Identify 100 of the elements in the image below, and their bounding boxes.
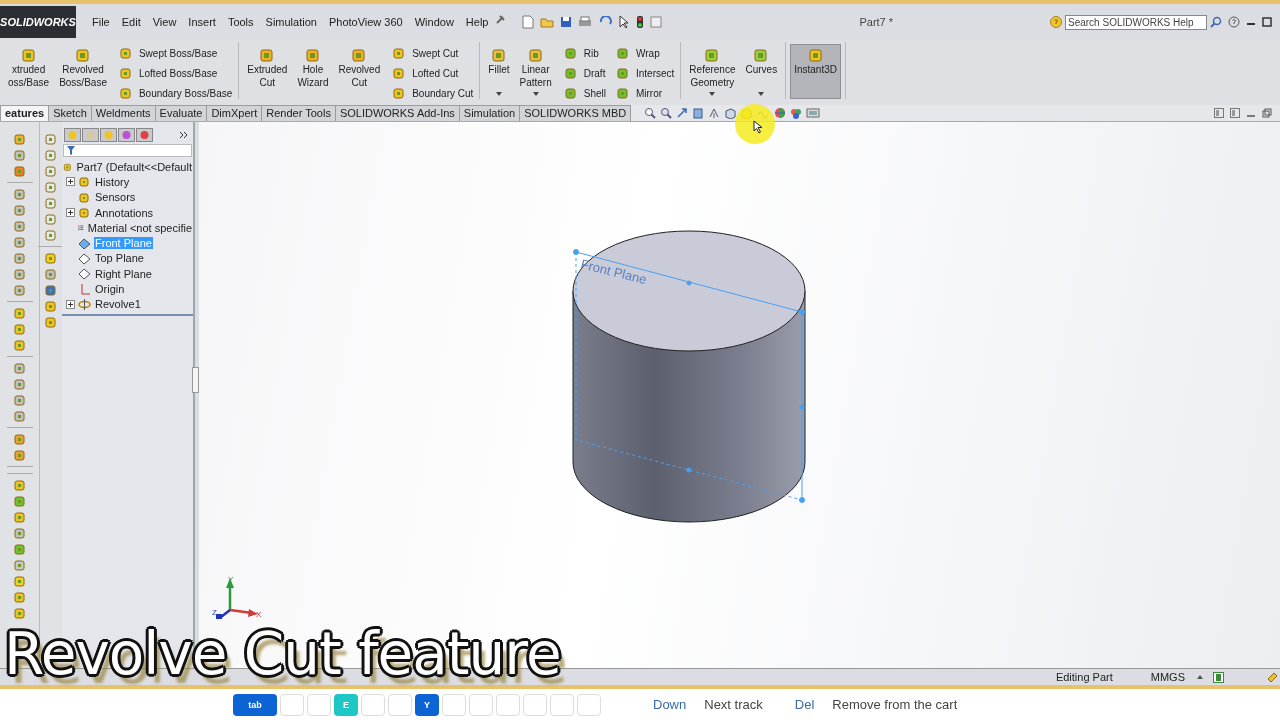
caret-icon[interactable] <box>709 92 716 96</box>
tree-item[interactable]: Right Plane <box>94 267 153 280</box>
tree-item[interactable]: Origin <box>94 283 126 295</box>
expand-icon[interactable] <box>179 130 189 140</box>
tab[interactable]: Simulation <box>458 105 521 121</box>
tool-icon[interactable] <box>12 542 27 556</box>
menu-item[interactable]: Help <box>459 14 495 30</box>
box-icon[interactable] <box>392 46 407 60</box>
box-icon[interactable] <box>259 47 276 63</box>
ribbon-button[interactable]: Linear Pattern <box>515 44 556 99</box>
filter-field[interactable] <box>63 144 192 157</box>
tile-right-icon[interactable] <box>1230 108 1240 118</box>
ribbon-button[interactable]: Instant3D <box>790 44 841 99</box>
box-icon[interactable] <box>118 66 133 80</box>
options-icon[interactable] <box>650 16 663 28</box>
ribbon-button[interactable]: Draft <box>561 64 608 82</box>
tool-icon[interactable] <box>12 606 27 620</box>
save-icon[interactable] <box>560 16 573 28</box>
tree-item[interactable]: Sensors <box>94 191 137 204</box>
box-icon[interactable] <box>20 47 37 63</box>
tool-icon[interactable] <box>44 148 58 162</box>
box-icon[interactable] <box>527 47 544 63</box>
search-field[interactable]: Search SOLIDWORKS Help <box>1065 14 1207 30</box>
tool-icon[interactable] <box>44 299 58 313</box>
tool-icon[interactable] <box>44 212 58 226</box>
tab[interactable]: Render Tools <box>261 105 336 121</box>
tool-icon[interactable] <box>12 187 27 201</box>
ribbon-button[interactable]: Mirror <box>614 84 677 102</box>
tool-icon[interactable] <box>44 164 58 178</box>
tree-item[interactable]: History <box>94 175 131 188</box>
tool-icon[interactable] <box>12 203 27 217</box>
tile-left-icon[interactable] <box>1214 108 1224 118</box>
box-icon[interactable] <box>75 47 92 63</box>
box-icon[interactable] <box>616 66 630 80</box>
ribbon-button[interactable]: Reference Geometry <box>685 44 740 99</box>
box-icon[interactable] <box>351 47 368 63</box>
tool-icon[interactable] <box>12 526 27 540</box>
box-icon[interactable] <box>304 47 321 63</box>
menu-item[interactable]: File <box>86 14 116 30</box>
ribbon-button[interactable]: Extruded Cut <box>243 44 292 99</box>
tree-item[interactable]: Material <not specifie <box>86 221 193 234</box>
feature-tree-tab[interactable] <box>64 128 81 142</box>
tab[interactable]: eatures <box>0 105 50 121</box>
traffic-light-icon[interactable] <box>636 15 645 29</box>
tool-icon[interactable] <box>44 283 58 297</box>
menu-item[interactable]: Simulation <box>259 14 323 30</box>
section-view-icon[interactable] <box>692 107 705 119</box>
tool-icon[interactable] <box>12 361 27 375</box>
menu-item[interactable]: View <box>146 14 183 30</box>
appearance-icon[interactable] <box>774 107 787 119</box>
units-text[interactable]: MMGS <box>1150 671 1185 683</box>
box-icon[interactable] <box>118 86 133 100</box>
box-icon[interactable] <box>490 47 507 63</box>
tool-icon[interactable] <box>12 322 27 336</box>
tool-icon[interactable] <box>12 267 27 281</box>
expand-icon[interactable] <box>66 177 75 187</box>
restore-icon[interactable] <box>1262 108 1272 118</box>
tool-icon[interactable] <box>12 251 27 265</box>
arrow-icon[interactable] <box>676 107 689 119</box>
display-tab[interactable] <box>136 128 153 142</box>
tool-icon[interactable] <box>44 132 58 146</box>
expand-icon[interactable] <box>66 208 75 218</box>
tool-icon[interactable] <box>12 590 27 604</box>
tool-icon[interactable] <box>44 180 58 194</box>
tool-icon[interactable] <box>12 338 27 352</box>
tool-icon[interactable] <box>44 267 58 281</box>
panel-splitter[interactable] <box>192 367 199 393</box>
caret-icon[interactable] <box>532 92 539 96</box>
ribbon-button[interactable]: Fillet <box>484 44 514 99</box>
menu-item[interactable]: Window <box>408 14 460 30</box>
zoom-area-icon[interactable] <box>660 107 673 119</box>
tool-icon[interactable] <box>44 315 58 329</box>
search-icon[interactable] <box>1210 16 1222 28</box>
menu-item[interactable]: Edit <box>115 14 147 30</box>
tag-icon[interactable] <box>1266 671 1278 683</box>
box-icon[interactable] <box>563 46 578 60</box>
tool-icon[interactable] <box>12 409 27 423</box>
new-document-icon[interactable] <box>522 15 535 29</box>
tool-icon[interactable] <box>12 148 27 162</box>
tool-icon[interactable] <box>12 164 27 178</box>
view-orientation-icon[interactable] <box>708 107 721 119</box>
pointer-icon[interactable] <box>618 15 631 29</box>
tool-icon[interactable] <box>12 132 27 146</box>
box-icon[interactable] <box>563 66 578 80</box>
box-icon[interactable] <box>392 86 407 100</box>
display-icon[interactable] <box>806 107 821 119</box>
dimxpert-tab[interactable] <box>118 128 135 142</box>
tab[interactable]: SOLIDWORKS MBD <box>519 105 632 121</box>
ribbon-button[interactable]: Boundary Boss/Base <box>116 84 235 102</box>
caret-icon[interactable] <box>758 92 765 96</box>
tool-icon[interactable] <box>12 235 27 249</box>
folder-icon[interactable] <box>540 16 555 28</box>
tool-icon[interactable] <box>44 228 58 242</box>
ribbon-button[interactable]: Revolved Boss/Base <box>55 44 111 99</box>
ribbon-button[interactable]: Swept Cut <box>390 44 476 62</box>
tool-icon[interactable] <box>12 219 27 233</box>
scene-icon[interactable] <box>790 107 803 119</box>
tab[interactable]: Evaluate <box>154 105 208 121</box>
ribbon-button[interactable]: Swept Boss/Base <box>116 44 235 62</box>
tree-item[interactable]: Revolve1 <box>94 298 142 311</box>
